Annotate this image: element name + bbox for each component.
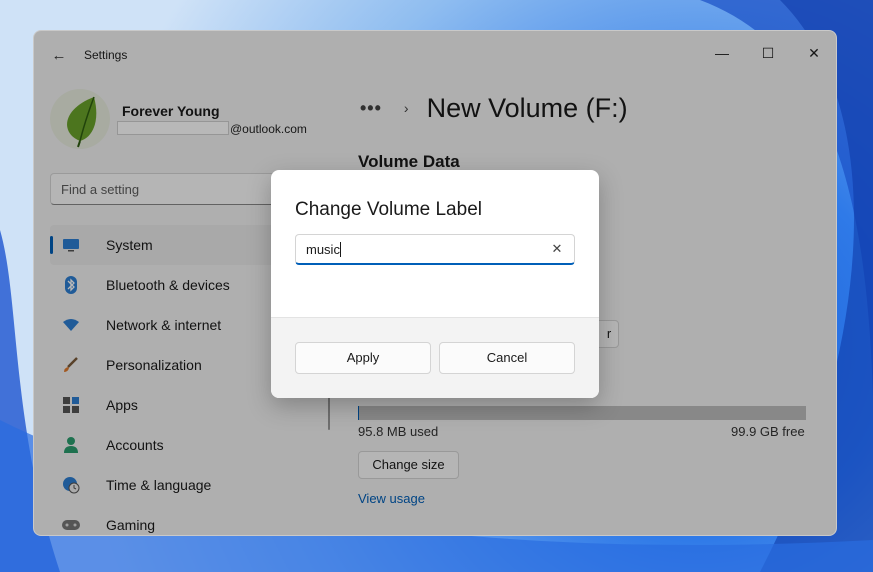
input-value: music — [306, 242, 341, 257]
change-volume-label-dialog: Change Volume Label music ✕ Apply Cancel — [271, 170, 599, 398]
cancel-button[interactable]: Cancel — [439, 342, 575, 374]
dialog-footer: Apply Cancel — [271, 317, 599, 398]
apply-button[interactable]: Apply — [295, 342, 431, 374]
clear-icon[interactable]: ✕ — [550, 241, 564, 257]
volume-label-input[interactable]: music ✕ — [295, 234, 575, 265]
dialog-title: Change Volume Label — [295, 199, 482, 220]
